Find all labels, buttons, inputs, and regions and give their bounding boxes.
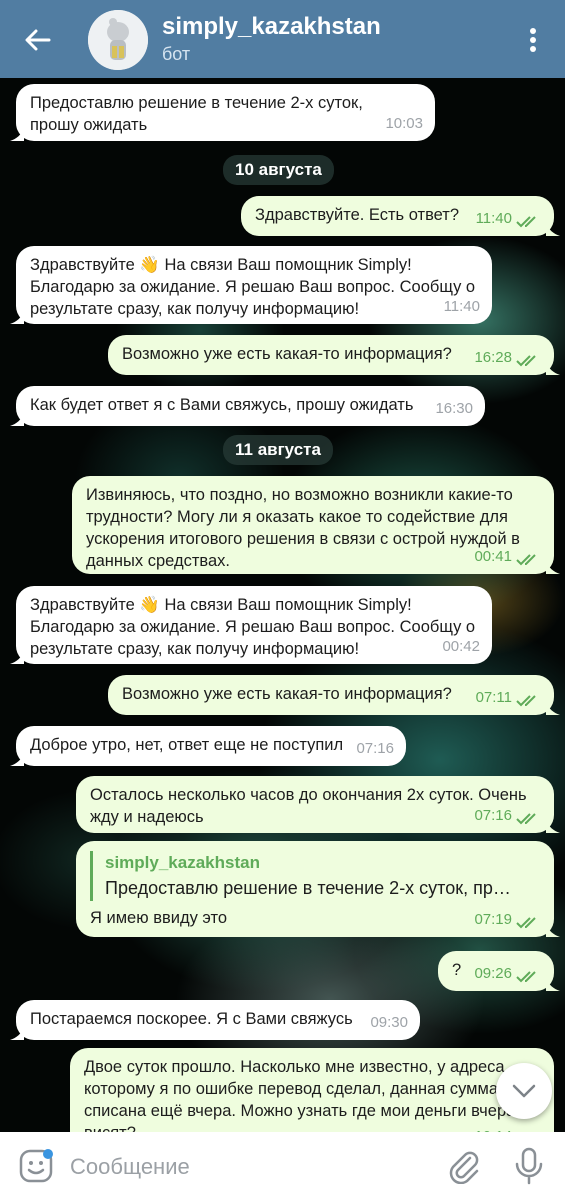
bubble-tail <box>546 222 560 236</box>
double-check-icon <box>516 971 536 983</box>
message-incoming[interactable]: Предоставлю решение в течение 2-х суток,… <box>10 84 435 141</box>
date-separator: 10 августа <box>223 155 334 185</box>
message-time: 11:40 <box>443 298 480 315</box>
message-outgoing[interactable]: Возможно уже есть какая-то информация? 0… <box>108 675 560 715</box>
more-menu-button[interactable] <box>515 20 551 60</box>
message-time: 07:11 <box>475 689 512 706</box>
message-text: Возможно уже есть какая-то информация? <box>122 685 452 703</box>
chat-subtitle: бот <box>162 44 191 64</box>
double-check-icon <box>516 216 536 228</box>
message-time: 00:42 <box>442 638 480 655</box>
message-incoming[interactable]: Доброе утро, нет, ответ еще не поступил … <box>10 726 406 766</box>
message-incoming[interactable]: Как будет ответ я с Вами свяжусь, прошу … <box>10 386 485 426</box>
double-check-icon <box>516 813 536 825</box>
double-check-icon <box>516 917 536 929</box>
message-incoming[interactable]: Здравствуйте 👋 На связи Ваш помощник Sim… <box>10 586 492 664</box>
message-text: Постараемся поскорее. Я с Вами свяжусь <box>30 1010 353 1028</box>
message-time: 09:30 <box>370 1014 408 1031</box>
message-text: Доброе утро, нет, ответ еще не поступил <box>30 736 344 754</box>
bubble-tail <box>10 1026 24 1040</box>
reply-author: simply_kazakhstan <box>105 853 260 872</box>
double-check-icon <box>516 554 536 566</box>
message-input[interactable] <box>70 1152 430 1182</box>
message-text: Как будет ответ я с Вами свяжусь, прошу … <box>30 396 414 414</box>
message-outgoing-reply[interactable]: simply_kazakhstan Предоставлю решение в … <box>76 841 560 937</box>
bubble-tail <box>546 361 560 375</box>
scroll-down-button[interactable] <box>496 1063 552 1119</box>
message-text: Осталось несколько часов до окончания 2х… <box>90 786 527 826</box>
bubble-tail <box>546 977 560 991</box>
message-outgoing[interactable]: Осталось несколько часов до окончания 2х… <box>76 776 560 833</box>
message-text: Я имею ввиду это <box>90 909 228 927</box>
message-time: 11:40 <box>475 210 512 227</box>
more-vertical-icon <box>530 28 536 52</box>
reply-quote[interactable]: simply_kazakhstan Предоставлю решение в … <box>90 851 540 901</box>
back-button[interactable] <box>18 20 58 60</box>
bubble-tail <box>10 650 24 664</box>
microphone-icon <box>515 1147 543 1185</box>
message-text: Здравствуйте. Есть ответ? <box>255 206 460 224</box>
message-time: 00:41 <box>474 548 512 565</box>
message-time: 10:03 <box>385 115 423 132</box>
chat-title[interactable]: simply_kazakhstan <box>162 13 381 41</box>
avatar[interactable] <box>88 10 148 70</box>
message-time: 16:28 <box>474 349 512 366</box>
bubble-tail <box>546 819 560 833</box>
message-time: 07:19 <box>474 911 512 928</box>
message-outgoing[interactable]: Здравствуйте. Есть ответ? 11:40 <box>241 196 560 236</box>
chevron-down-icon <box>512 1084 536 1098</box>
message-incoming[interactable]: Постараемся поскорее. Я с Вами свяжусь 0… <box>10 1000 420 1040</box>
double-check-icon <box>516 355 536 367</box>
message-text: Возможно уже есть какая-то информация? <box>122 345 452 363</box>
message-time: 16:30 <box>435 400 473 417</box>
sticker-emoji-icon <box>19 1149 53 1183</box>
message-text: Здравствуйте 👋 На связи Ваш помощник Sim… <box>30 596 476 658</box>
message-composer <box>0 1132 565 1200</box>
date-separator: 11 августа <box>223 435 333 465</box>
bubble-tail <box>10 412 24 426</box>
message-time: 07:16 <box>356 740 394 757</box>
voice-record-button[interactable] <box>512 1146 546 1186</box>
message-outgoing[interactable]: Возможно уже есть какая-то информация? 1… <box>108 335 560 375</box>
bubble-tail <box>10 752 24 766</box>
bubble-tail <box>546 701 560 715</box>
message-text: Предоставлю решение в течение 2-х суток,… <box>30 94 363 134</box>
message-time: 09:26 <box>474 965 512 982</box>
bubble-tail <box>546 923 560 937</box>
arrow-left-icon <box>25 29 51 51</box>
bubble-tail <box>10 310 24 324</box>
message-text: Извиняюсь, что поздно, но возможно возни… <box>86 486 520 570</box>
message-text: ? <box>452 961 462 979</box>
emoji-button[interactable] <box>18 1148 54 1184</box>
message-incoming[interactable]: Здравствуйте 👋 На связи Ваш помощник Sim… <box>10 246 492 324</box>
bot-avatar-image <box>88 10 148 70</box>
attach-button[interactable] <box>446 1148 482 1185</box>
paperclip-icon <box>449 1151 479 1185</box>
message-text: Двое суток прошло. Насколько мне известн… <box>84 1058 531 1142</box>
bubble-tail <box>546 560 560 574</box>
chat-header: simply_kazakhstan бот <box>0 0 565 78</box>
double-check-icon <box>516 695 536 707</box>
bubble-tail <box>10 127 24 141</box>
reply-text: Предоставлю решение в течение 2-х суток,… <box>105 878 511 898</box>
message-text: Здравствуйте 👋 На связи Ваш помощник Sim… <box>30 256 476 318</box>
message-time: 07:16 <box>474 807 512 824</box>
message-outgoing[interactable]: Извиняюсь, что поздно, но возможно возни… <box>72 476 560 574</box>
message-outgoing[interactable]: ? 09:26 <box>438 951 560 991</box>
